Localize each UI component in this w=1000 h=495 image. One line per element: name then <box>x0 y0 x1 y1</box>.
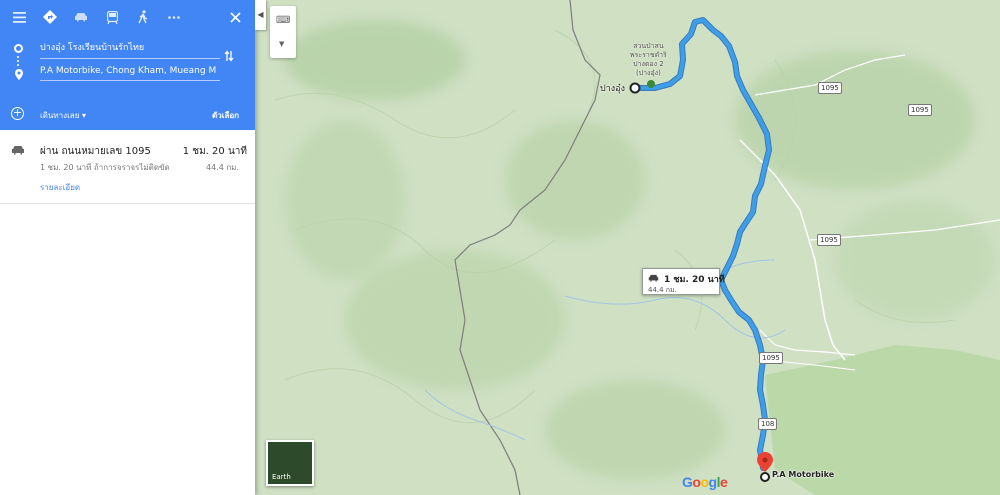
origin-dot-icon <box>14 44 23 53</box>
collapse-panel-button[interactable]: ◀ <box>255 0 266 30</box>
car-icon <box>12 146 24 155</box>
map-canvas[interactable]: 1095 1095 1095 1095 108 <box>255 0 1000 495</box>
earth-toggle[interactable]: Earth <box>266 440 314 486</box>
route-traffic-note: 1 ชม. 20 นาที ถ้าการจราจรไม่ติดขัด <box>40 163 170 172</box>
road-shield: 108 <box>758 418 778 430</box>
google-logo: Google <box>682 474 728 490</box>
route-option[interactable]: ผ่าน ถนนหมายเลข 1095 1 ชม. 20 นาที 1 ชม.… <box>0 130 255 204</box>
route-box-time: 1 ชม. 20 นาที <box>664 275 725 285</box>
swap-icon[interactable] <box>224 50 234 65</box>
road-shield: 1095 <box>817 234 841 246</box>
walk-icon[interactable] <box>132 6 154 28</box>
chevron-down-icon: ▾ <box>81 111 86 120</box>
route-box-distance: 44.4 กม. <box>648 286 677 294</box>
keyboard-icon: ⌨ <box>276 15 291 26</box>
directions-icon[interactable] <box>39 6 61 28</box>
route-via: ผ่าน ถนนหมายเลข 1095 <box>40 146 151 157</box>
road-shield: 1095 <box>818 82 842 94</box>
poi-label: สวนป่าสน พระราชดำริ ปางตอง 2 (ปางอุ๋ง) <box>630 42 667 77</box>
destination-row: P.A Motorbike, Chong Kham, Mueang M <box>12 66 237 88</box>
car-icon[interactable] <box>70 6 92 28</box>
terrain-layer <box>255 0 1000 495</box>
origin-input[interactable]: ปางอุ๋ง โรงเรียนบ้านรักไทย <box>40 40 220 59</box>
input-tools-control[interactable]: ⌨ ▼ <box>270 6 296 58</box>
destination-label[interactable]: P.A Motorbike <box>772 470 834 479</box>
origin-label: ปางอุ๋ง <box>600 84 625 94</box>
maps-app: 1095 1095 1095 1095 108 สวนป่าสน พระราชด… <box>0 0 1000 495</box>
travel-mode-bar <box>8 6 247 28</box>
close-icon[interactable] <box>230 8 241 27</box>
options-button[interactable]: ตัวเลือก <box>212 109 239 122</box>
directions-panel: ปางอุ๋ง โรงเรียนบ้านรักไทย P.A Motorbike… <box>0 0 255 495</box>
car-icon <box>648 274 659 282</box>
directions-header: ปางอุ๋ง โรงเรียนบ้านรักไทย P.A Motorbike… <box>0 0 255 130</box>
pin-icon <box>15 69 23 80</box>
origin-row: ปางอุ๋ง โรงเรียนบ้านรักไทย <box>12 40 237 62</box>
more-icon[interactable] <box>163 6 185 28</box>
route-duration: 1 ชม. 20 นาที <box>182 146 247 157</box>
route-distance: 44.4 กม. <box>205 163 239 172</box>
transit-icon[interactable] <box>101 6 123 28</box>
depart-now-dropdown[interactable]: เดินทางเลย ▾ <box>40 109 86 122</box>
waypoint-connector <box>17 56 19 66</box>
road-shield: 1095 <box>908 104 932 116</box>
destination-input[interactable]: P.A Motorbike, Chong Kham, Mueang M <box>40 66 220 81</box>
road-shield: 1095 <box>759 352 783 364</box>
route-info-box[interactable]: 1 ชม. 20 นาที 44.4 กม. <box>642 268 725 295</box>
add-destination-button[interactable]: + <box>11 107 24 120</box>
details-link[interactable]: รายละเอียด <box>40 181 80 194</box>
menu-icon[interactable] <box>8 6 30 28</box>
chevron-down-icon: ▼ <box>279 40 285 48</box>
